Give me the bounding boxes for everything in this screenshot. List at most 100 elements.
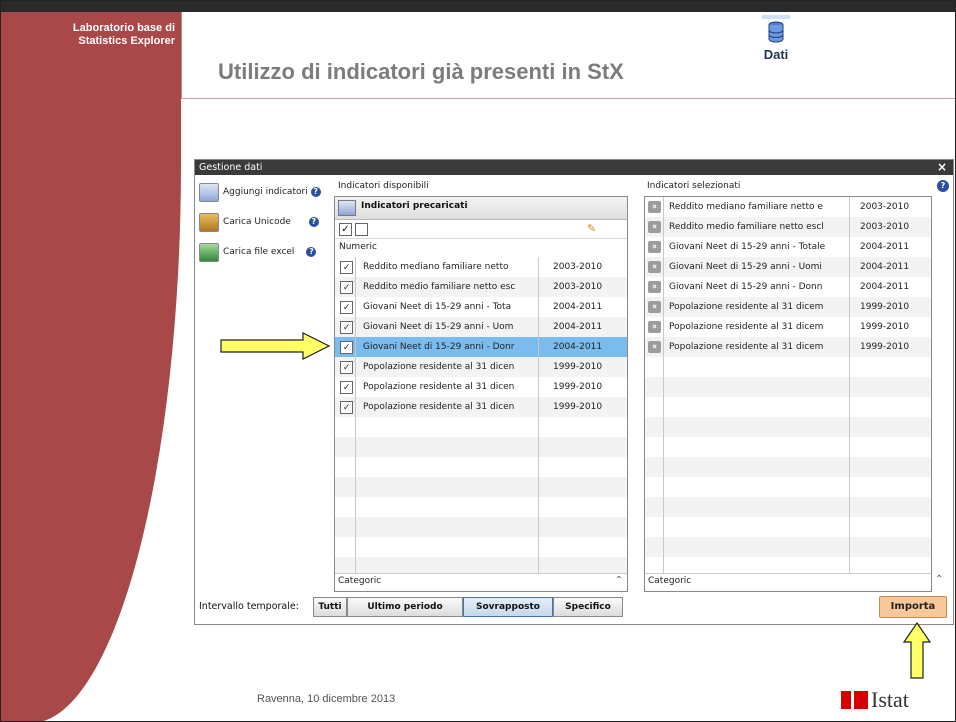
available-indicator-row[interactable]: ✓ Popolazione residente al 31 dicen 1999-2…: [335, 357, 627, 377]
selected-indicator-name: Popolazione residente al 31 dicem: [669, 302, 824, 312]
selected-indicator-name: Reddito medio familiare netto escl: [669, 222, 824, 232]
empty-row: [335, 497, 627, 517]
indicator-checkbox[interactable]: ✓: [340, 401, 353, 414]
indicator-checkbox[interactable]: ✓: [340, 281, 353, 294]
empty-row: [335, 517, 627, 537]
available-indicator-row[interactable]: ✓ Giovani Neet di 15-29 anni - Tota 2004-2…: [335, 297, 627, 317]
interval-option-tutti[interactable]: Tutti: [313, 597, 347, 617]
folder-icon: [199, 182, 219, 202]
empty-row: [645, 497, 931, 517]
indicator-years: 1999-2010: [553, 362, 603, 372]
empty-row: [645, 377, 931, 397]
help-icon[interactable]: ?: [310, 187, 321, 197]
indicator-checkbox[interactable]: ✓: [340, 321, 353, 334]
selected-indicator-row[interactable]: × Giovani Neet di 15-29 anni - Uomi 2004-2…: [645, 257, 931, 277]
close-icon[interactable]: ×: [937, 160, 947, 175]
indicator-name: Reddito mediano familiare netto: [363, 262, 509, 272]
remove-icon[interactable]: ×: [648, 261, 661, 273]
interval-option-ultimo-periodo[interactable]: Ultimo periodo: [347, 597, 463, 617]
folder-icon: [338, 200, 356, 216]
deselect-all-checkbox[interactable]: [355, 223, 368, 236]
selected-indicator-name: Giovani Neet di 15-29 anni - Uomi: [669, 262, 822, 272]
indicator-checkbox[interactable]: ✓: [340, 301, 353, 314]
collapse-icon[interactable]: ⌃: [615, 575, 623, 586]
help-icon[interactable]: ?: [308, 217, 319, 227]
selected-indicator-name: Popolazione residente al 31 dicem: [669, 342, 824, 352]
remove-icon[interactable]: ×: [648, 341, 661, 353]
logo-text: Istat: [871, 687, 909, 712]
selected-indicator-row[interactable]: × Popolazione residente al 31 dicem 1999-2…: [645, 337, 931, 357]
sidebar-title-line1: Laboratorio base di: [72, 22, 175, 34]
remove-icon[interactable]: ×: [648, 301, 661, 313]
numeric-group-label: Numeric: [339, 242, 377, 252]
available-indicator-row[interactable]: ✓ Popolazione residente al 31 dicen 1999-2…: [335, 397, 627, 417]
dati-button[interactable]: Dati: [756, 15, 796, 75]
available-indicator-row[interactable]: ✓ Giovani Neet di 15-29 anni - Donr 2004-2…: [335, 337, 627, 357]
indicator-name: Popolazione residente al 31 dicen: [363, 362, 515, 372]
import-button[interactable]: Importa: [879, 596, 947, 618]
indicator-checkbox[interactable]: ✓: [340, 361, 353, 374]
empty-row: [645, 397, 931, 417]
indicator-name: Reddito medio familiare netto esc: [363, 282, 516, 292]
select-all-checkbox[interactable]: ✓: [339, 223, 352, 236]
selected-rows: × Reddito mediano familiare netto e 2003-2…: [645, 197, 931, 573]
available-indicator-row[interactable]: ✓ Popolazione residente al 31 dicen 1999-2…: [335, 377, 627, 397]
slide: Laboratorio base di Statistics Explorer …: [0, 0, 956, 722]
indicator-years: 2003-2010: [553, 282, 603, 292]
remove-icon[interactable]: ×: [648, 321, 661, 333]
empty-row: [645, 477, 931, 497]
help-icon[interactable]: ?: [937, 180, 949, 192]
selected-indicator-years: 2003-2010: [860, 202, 910, 212]
indicator-checkbox[interactable]: ✓: [340, 341, 353, 354]
preloaded-folder-header[interactable]: Indicatori precaricati: [335, 197, 627, 220]
interval-option-specifico[interactable]: Specifico: [553, 597, 623, 617]
empty-row: [645, 457, 931, 477]
footer-date: Ravenna, 10 dicembre 2013: [257, 693, 396, 705]
arrow-right-annotation: [220, 332, 331, 360]
load-unicode-button[interactable]: Carica Unicode ?: [199, 212, 319, 232]
remove-icon[interactable]: ×: [648, 201, 661, 213]
available-rows: ✓ Reddito mediano familiare netto 2003-201…: [335, 257, 627, 577]
categoric-group-header[interactable]: Categoric ⌃: [335, 573, 627, 591]
remove-icon[interactable]: ×: [648, 221, 661, 233]
indicator-years: 2003-2010: [553, 262, 603, 272]
available-indicator-row[interactable]: ✓ Reddito mediano familiare netto 2003-201…: [335, 257, 627, 277]
empty-row: [645, 537, 931, 557]
available-indicators-list: Indicatori precaricati ✓ ✎ Numeric ✓ Redd…: [334, 196, 628, 592]
available-indicator-row[interactable]: ✓ Giovani Neet di 15-29 anni - Uom 2004-20…: [335, 317, 627, 337]
add-indicators-button[interactable]: Aggiungi indicatori ?: [199, 182, 321, 202]
excel-icon: [199, 242, 219, 262]
remove-icon[interactable]: ×: [648, 241, 661, 253]
selected-indicator-years: 2004-2011: [860, 282, 910, 292]
available-indicator-row[interactable]: ✓ Reddito medio familiare netto esc 2003-2…: [335, 277, 627, 297]
window-titlebar: Gestione dati ×: [195, 160, 953, 175]
help-icon[interactable]: ?: [306, 247, 317, 257]
empty-row: [645, 517, 931, 537]
load-excel-button[interactable]: Carica file excel ?: [199, 242, 317, 262]
indicator-checkbox[interactable]: ✓: [340, 261, 353, 274]
selected-indicator-row[interactable]: × Giovani Neet di 15-29 anni - Donn 2004-2…: [645, 277, 931, 297]
interval-option-sovrapposto[interactable]: Sovrapposto: [463, 597, 553, 617]
header-divider: [181, 98, 955, 99]
sidebar-title-line2: Statistics Explorer: [78, 35, 175, 47]
selected-indicator-row[interactable]: × Popolazione residente al 31 dicem 1999-2…: [645, 297, 931, 317]
collapse-icon[interactable]: ⌃: [935, 574, 943, 585]
remove-icon[interactable]: ×: [648, 281, 661, 293]
dati-label: Dati: [763, 47, 789, 62]
selected-indicator-name: Popolazione residente al 31 dicem: [669, 322, 824, 332]
indicator-checkbox[interactable]: ✓: [340, 381, 353, 394]
selected-indicator-row[interactable]: × Reddito medio familiare netto escl 2003-…: [645, 217, 931, 237]
indicator-name: Giovani Neet di 15-29 anni - Donr: [363, 342, 515, 352]
interval-label: Intervallo temporale:: [199, 601, 299, 612]
empty-row: [335, 417, 627, 437]
selected-indicator-row[interactable]: × Giovani Neet di 15-29 anni - Totale 2004…: [645, 237, 931, 257]
preloaded-folder-label: Indicatori precaricati: [361, 201, 468, 211]
selected-indicator-row[interactable]: × Reddito mediano familiare netto e 2003-2…: [645, 197, 931, 217]
empty-row: [645, 357, 931, 377]
empty-row: [335, 457, 627, 477]
selected-indicator-row[interactable]: × Popolazione residente al 31 dicem 1999-2…: [645, 317, 931, 337]
edit-icon[interactable]: ✎: [587, 222, 596, 235]
selected-indicator-years: 2004-2011: [860, 262, 910, 272]
page-title: Utilizzo di indicatori già presenti in S…: [218, 59, 624, 84]
selected-categoric-group-header[interactable]: Categoric: [645, 573, 931, 591]
